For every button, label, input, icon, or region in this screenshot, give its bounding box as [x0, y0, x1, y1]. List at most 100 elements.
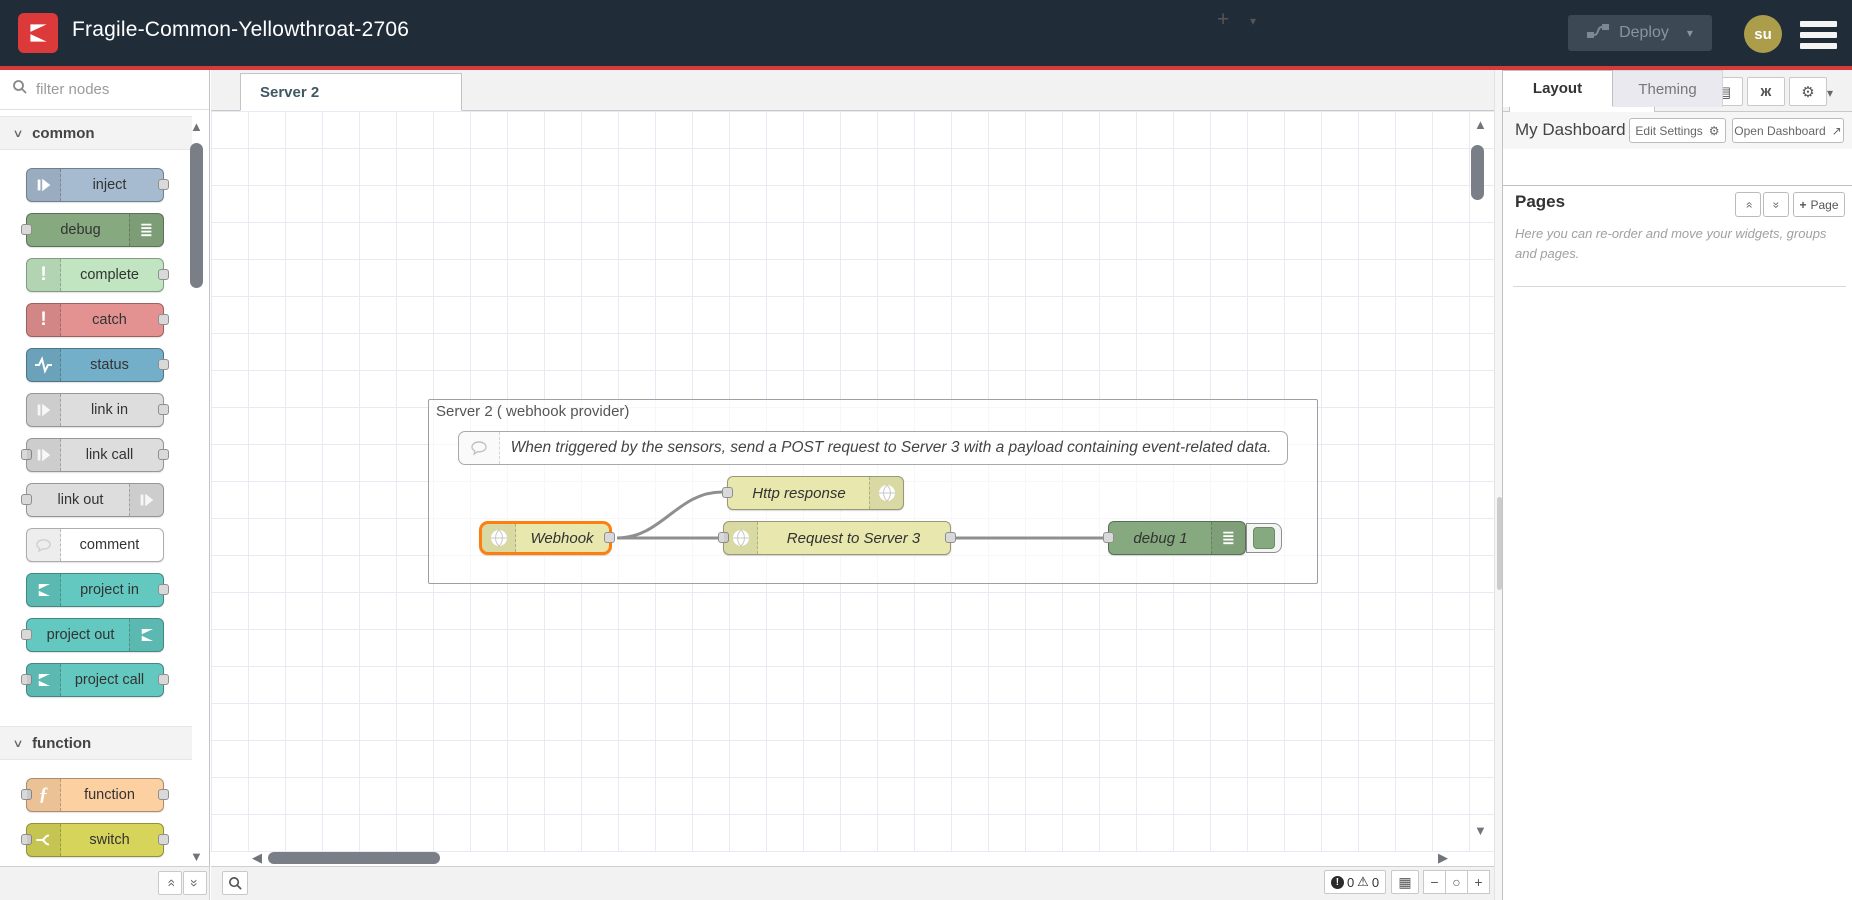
globe-icon — [869, 477, 903, 509]
switch-branch-icon — [27, 824, 61, 856]
page-move-up-button[interactable]: » — [1735, 192, 1761, 217]
error-icon: ! — [1331, 876, 1344, 889]
zoom-in-button[interactable]: + — [1467, 870, 1490, 894]
palette-search-input[interactable]: filter nodes — [0, 70, 209, 110]
header: Fragile-Common-Yellowthroat-2706 Deploy … — [0, 0, 1852, 70]
flow-node-debug-1[interactable]: debug 1 ≣ — [1108, 521, 1246, 555]
output-port — [158, 834, 169, 845]
tab-server-2[interactable]: Server 2 — [240, 73, 462, 111]
sidebar-separator[interactable] — [1494, 70, 1502, 900]
palette-node-link-call[interactable]: link call — [26, 438, 164, 472]
dashboard-title: My Dashboard — [1515, 120, 1626, 140]
navigator-button[interactable]: ▦ — [1391, 870, 1419, 894]
flow-node-http-response[interactable]: Http response — [727, 476, 904, 510]
canvas-scroll-left-icon[interactable]: ◀ — [252, 851, 262, 864]
notifications-badge[interactable]: ! 0 ⚠ 0 — [1324, 870, 1386, 894]
collapse-all-button[interactable]: » — [158, 871, 182, 895]
palette-node-catch[interactable]: !catch — [26, 303, 164, 337]
output-port — [158, 404, 169, 415]
expand-all-button[interactable]: » — [183, 871, 207, 895]
canvas-scroll-up-icon[interactable]: ▲ — [1474, 118, 1487, 131]
palette: filter nodes ∨common inject ≣debug !complet… — [0, 70, 210, 866]
comment-bubble-icon — [27, 529, 61, 561]
open-dashboard-button[interactable]: Open Dashboard ↗ — [1732, 118, 1844, 143]
output-port — [158, 674, 169, 685]
debug-lines-icon: ≣ — [1211, 522, 1245, 554]
chevron-down-icon: ∨ — [12, 127, 23, 140]
deploy-button[interactable]: Deploy ▾ — [1568, 15, 1712, 51]
globe-icon — [482, 524, 516, 552]
zoom-reset-button[interactable]: ○ — [1445, 870, 1468, 894]
chevrons-down-icon: » — [187, 879, 203, 887]
flow-group-label: Server 2 ( webhook provider) — [436, 403, 629, 420]
palette-node-project-in[interactable]: project in — [26, 573, 164, 607]
palette-node-project-call[interactable]: project call — [26, 663, 164, 697]
palette-node-status[interactable]: status — [26, 348, 164, 382]
search-flows-button[interactable] — [222, 871, 248, 895]
add-page-button[interactable]: + Page — [1793, 192, 1845, 217]
deploy-caret-icon[interactable]: ▾ — [1687, 26, 1693, 40]
palette-scroll-down-icon[interactable]: ▼ — [190, 850, 203, 863]
config-tab-button[interactable]: ⚙ — [1789, 77, 1827, 106]
output-port — [158, 584, 169, 595]
external-link-icon: ↗ — [1832, 124, 1842, 138]
main-menu-button[interactable] — [1800, 21, 1837, 49]
palette-node-project-out[interactable]: project out — [26, 618, 164, 652]
zoom-out-button[interactable]: − — [1423, 870, 1446, 894]
debug-tab-button[interactable]: ж — [1747, 77, 1785, 106]
palette-node-link-out[interactable]: link out — [26, 483, 164, 517]
palette-node-link-in[interactable]: link in — [26, 393, 164, 427]
add-flow-button[interactable]: + — [1217, 8, 1229, 32]
palette-node-switch[interactable]: switch — [26, 823, 164, 857]
warning-icon: ⚠ — [1357, 874, 1369, 890]
gear-icon: ⚙ — [1709, 124, 1720, 138]
palette-scrollbar-thumb[interactable] — [190, 143, 203, 288]
pulse-icon — [27, 349, 61, 381]
link-arrow-icon — [27, 439, 61, 471]
tab-theming[interactable]: Theming — [1613, 70, 1723, 107]
sidebar-tabs-caret-icon[interactable]: ▾ — [1827, 86, 1833, 100]
palette-node-inject[interactable]: inject — [26, 168, 164, 202]
palette-node-complete[interactable]: !complete — [26, 258, 164, 292]
divider — [1513, 286, 1846, 287]
debug-enable-toggle[interactable] — [1246, 523, 1282, 553]
flow-node-comment[interactable]: When triggered by the sensors, send a PO… — [458, 431, 1288, 465]
search-icon — [228, 876, 243, 891]
output-port[interactable] — [945, 532, 956, 543]
palette-category-function[interactable]: ∨function — [0, 726, 192, 760]
canvas-vscrollbar-thumb[interactable] — [1471, 145, 1484, 200]
palette-scroll-up-icon[interactable]: ▲ — [190, 120, 203, 133]
flow-node-request-to-server-3[interactable]: Request to Server 3 — [723, 521, 951, 555]
chevrons-up-icon: » — [1741, 201, 1755, 208]
plus-icon: + — [1799, 198, 1806, 212]
flow-node-webhook[interactable]: Webhook — [479, 521, 612, 555]
node-red-logo-icon — [18, 13, 58, 53]
user-avatar[interactable]: su — [1744, 15, 1782, 53]
canvas-scroll-down-icon[interactable]: ▼ — [1474, 824, 1487, 837]
tab-layout[interactable]: Layout — [1503, 70, 1613, 107]
output-port — [158, 789, 169, 800]
output-port[interactable] — [604, 532, 615, 543]
comment-text: When triggered by the sensors, send a PO… — [503, 432, 1279, 464]
node-red-logo-icon — [129, 619, 163, 651]
deploy-label: Deploy — [1619, 24, 1669, 42]
palette-node-comment[interactable]: comment — [26, 528, 164, 562]
exclamation-icon: ! — [27, 304, 61, 336]
zoom-controls: − ○ + — [1424, 870, 1490, 894]
gear-icon: ⚙ — [1801, 83, 1814, 101]
palette-node-debug[interactable]: ≣debug — [26, 213, 164, 247]
page-move-down-button[interactable]: » — [1763, 192, 1789, 217]
comment-bubble-icon — [459, 432, 500, 464]
palette-node-function[interactable]: ƒfunction — [26, 778, 164, 812]
edit-settings-button[interactable]: Edit Settings ⚙ — [1629, 118, 1726, 143]
list-lines-icon: ≣ — [129, 214, 163, 246]
canvas-scroll-right-icon[interactable]: ▶ — [1438, 851, 1448, 864]
sidebar-scrollbar-thumb[interactable] — [1497, 497, 1502, 590]
pages-help-text: Here you can re-order and move your widg… — [1515, 224, 1845, 264]
pages-heading: Pages — [1515, 192, 1565, 212]
flow-list-caret-icon[interactable]: ▾ — [1250, 14, 1256, 28]
canvas-hscrollbar-thumb[interactable] — [268, 852, 440, 864]
inject-arrow-icon — [27, 169, 61, 201]
palette-category-common[interactable]: ∨common — [0, 116, 192, 150]
palette-search-placeholder: filter nodes — [36, 81, 109, 98]
